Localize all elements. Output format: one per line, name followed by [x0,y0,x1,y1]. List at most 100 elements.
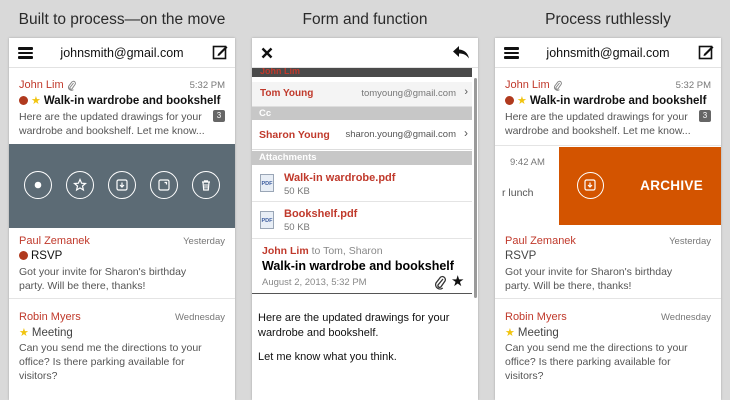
message-date: August 2, 2013, 5:32 PM [262,277,367,288]
list-item[interactable]: Paul Zemanek Yesterday RSVP Got your inv… [9,228,235,298]
message-preview: Got your invite for Sharon's birthday pa… [505,266,673,292]
message-subject: ★ Meeting [505,327,559,339]
stacked-header-row: John Lim [252,68,472,77]
attachment-item[interactable]: PDF Bookshelf.pdf 50 KB [252,202,472,238]
delete-button[interactable] [192,171,220,199]
list-item[interactable]: Paul Zemanek Yesterday RSVP Got your inv… [495,228,721,298]
message-subject: RSVP [505,250,537,262]
unread-dot-icon [505,96,514,105]
chevron-right-icon: › [464,126,468,140]
attachment-item[interactable]: PDF Walk-in wardrobe.pdf 50 KB [252,165,472,201]
thread-count-badge: 3 [213,110,225,122]
from-sender[interactable]: John Lim [262,245,309,257]
thread-count-badge: 3 [699,110,711,122]
message-preview: Can you send me the directions to your o… [19,342,202,382]
recipient-name: Tom Young [260,88,314,99]
list-item[interactable]: Robin Myers Wednesday ★ Meeting Can you s… [495,299,721,400]
unread-dot-icon [19,251,28,260]
star-icon: ★ [517,95,527,107]
message-subject: ★ Walk-in wardrobe and bookshelf [19,94,220,107]
caption-2: Form and function [302,11,428,28]
phone-panel-inbox-actions: johnsmith@gmail.com John Lim 5:32 PM ★ Wa… [9,38,235,400]
attachment-name: Bookshelf.pdf [284,208,358,220]
pdf-file-icon: PDF [260,174,274,192]
message-time: 5:32 PM [189,80,225,91]
message-time: Wednesday [175,312,225,323]
cc-header: Cc [252,107,472,120]
recipient-email: tomyoung@gmail.com [361,88,456,99]
attachment-size: 50 KB [284,186,310,197]
paperclip-icon [554,80,562,91]
trash-icon [202,180,210,191]
sender-name: Robin Myers [505,311,567,323]
message-preview: Here are the updated drawings for your w… [505,111,691,137]
message-preview: Here are the updated drawings for your w… [19,111,205,137]
label-button[interactable] [150,171,178,199]
sender-name: Paul Zemanek [19,235,90,247]
close-icon[interactable] [261,47,273,59]
paperclip-icon [435,275,446,290]
account-email: johnsmith@gmail.com [60,46,184,60]
attachments-header: Attachments [252,151,472,165]
attachment-size: 50 KB [284,222,310,233]
body-paragraph: Let me know what you think. [258,351,397,363]
dot-icon [34,181,42,189]
message-time: 9:42 AM [510,157,545,168]
recipient-row[interactable]: Sharon Young sharon.young@gmail.com › [252,120,472,150]
sender-name: John Lim [19,79,64,91]
swipe-action-bar [9,144,235,228]
message-preview: Got your invite for Sharon's birthday pa… [19,266,187,292]
star-button[interactable] [66,171,94,199]
cc-name: Sharon Young [259,129,330,141]
list-item[interactable]: Robin Myers Wednesday ★ Meeting Can you s… [9,299,235,400]
archive-icon [577,172,604,199]
archive-icon [116,179,128,191]
phone-panel-archive-swipe: johnsmith@gmail.com John Lim 5:32 PM ★ Wa… [495,38,721,400]
mark-unread-button[interactable] [24,171,52,199]
star-icon: ★ [505,327,515,339]
list-item[interactable]: John Lim 5:32 PM ★ Walk-in wardrobe and b… [9,68,235,144]
sender-name: Paul Zemanek [505,235,576,247]
caption-3: Process ruthlessly [545,11,671,28]
top-bar: johnsmith@gmail.com [9,38,235,68]
message-subject: Walk-in wardrobe and bookshelf [262,259,454,273]
sender-name: John Lim [260,68,300,76]
star-icon: ★ [19,327,29,339]
paperclip-icon [68,80,76,91]
star-outline-icon [73,178,87,192]
archive-label: ARCHIVE [640,178,703,193]
attachment-name: Walk-in wardrobe.pdf [284,172,396,184]
message-time: 5:32 PM [675,80,711,91]
chevron-right-icon: › [464,86,468,98]
list-item[interactable]: John Lim 5:32 PM ★ Walk-in wardrobe and b… [495,68,721,144]
sender-name: Robin Myers [19,311,81,323]
star-filled-icon[interactable]: ★ [451,272,464,290]
message-header: John Lim to Tom, Sharon Walk-in wardrobe… [252,239,472,293]
sender-name: John Lim [505,79,550,91]
caption-1: Built to process—on the move [18,11,226,28]
account-email: johnsmith@gmail.com [546,46,670,60]
archive-swipe-action[interactable]: ARCHIVE [559,147,721,225]
top-bar [252,38,478,68]
top-bar: johnsmith@gmail.com [495,38,721,68]
message-subject: ★ Walk-in wardrobe and bookshelf [505,94,706,107]
scrollbar[interactable] [474,78,477,298]
label-icon [158,179,170,191]
to-recipients: to Tom, Sharon [311,245,383,257]
compose-icon[interactable] [698,44,714,60]
message-time: Wednesday [661,312,711,323]
swiped-list-item[interactable]: 9:42 AM r lunch ARCHIVE [495,146,721,226]
message-subject: ★ Meeting [19,327,73,339]
message-time: Yesterday [669,236,711,247]
message-subject: RSVP [19,250,62,262]
from-line: John Lim to Tom, Sharon [262,245,383,257]
recipient-row[interactable]: Tom Young tomyoung@gmail.com › [252,82,472,107]
cc-email: sharon.young@gmail.com [345,129,456,140]
message-time: Yesterday [183,236,225,247]
star-icon: ★ [31,95,41,107]
archive-button[interactable] [108,171,136,199]
reply-icon[interactable] [452,45,470,60]
message-body: Here are the updated drawings for your w… [252,294,472,400]
unread-dot-icon [19,96,28,105]
compose-icon[interactable] [212,44,228,60]
